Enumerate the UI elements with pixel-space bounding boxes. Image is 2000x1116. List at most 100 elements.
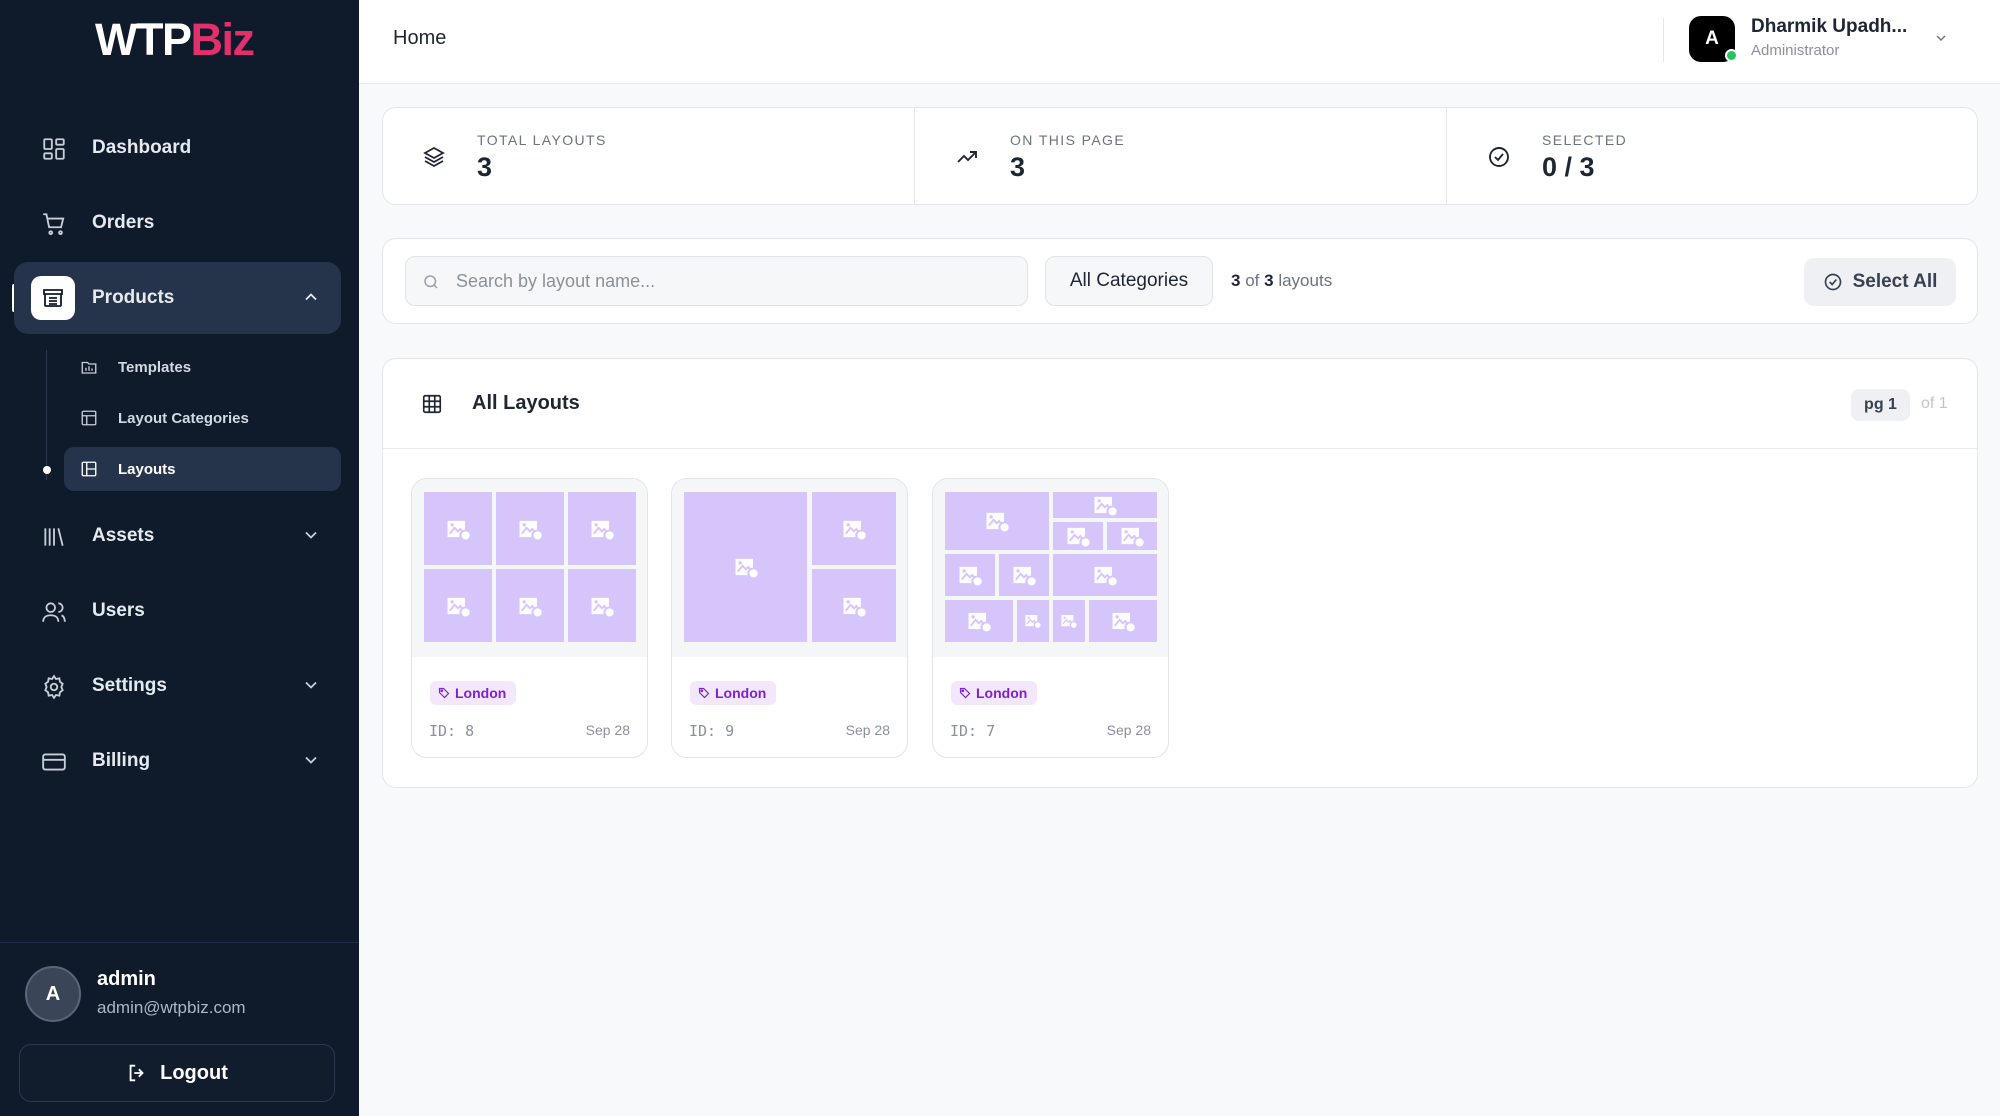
avatar: A	[25, 966, 81, 1022]
user-name: admin	[97, 968, 156, 990]
image-placeholder-icon	[945, 600, 1013, 642]
archive-icon	[31, 276, 75, 320]
tag-icon	[698, 687, 710, 699]
sidebar-item-settings[interactable]: Settings	[14, 650, 341, 722]
category-tag: London	[690, 681, 777, 705]
layout-id: ID: 8	[429, 722, 475, 740]
layout-card[interactable]: London ID: 7 Sep 28	[932, 478, 1169, 758]
sidebar-item-users[interactable]: Users	[14, 575, 341, 647]
layout-thumbnail	[412, 479, 647, 657]
image-placeholder-icon	[1089, 600, 1157, 642]
category-tag: London	[951, 681, 1038, 705]
sidebar-item-dashboard[interactable]: Dashboard	[14, 112, 341, 184]
tag-icon	[438, 687, 450, 699]
sidebar-item-label: Billing	[92, 750, 151, 771]
credit-card-icon	[42, 753, 66, 771]
select-all-label: Select All	[1852, 271, 1938, 292]
layout-count: 3 of 3 layouts	[1231, 271, 1332, 291]
layout-preview-grid	[424, 492, 636, 642]
breadcrumb[interactable]: Home	[393, 27, 446, 50]
profile-role: Administrator	[1751, 42, 1840, 59]
chevron-down-icon	[305, 531, 317, 539]
search-icon	[424, 275, 438, 289]
topbar-divider	[1663, 18, 1664, 62]
layout-card[interactable]: London ID: 9 Sep 28	[671, 478, 908, 758]
count-suffix: layouts	[1278, 271, 1333, 290]
search-input[interactable]	[456, 257, 1016, 305]
users-icon	[42, 602, 66, 622]
layout-id: ID: 7	[950, 722, 996, 740]
sidebar-divider	[0, 942, 359, 943]
chevron-up-icon	[305, 293, 317, 301]
layout-id: ID: 9	[689, 722, 735, 740]
sidebar: WTPBiz Dashboard Orders Products Templat…	[0, 0, 359, 1116]
chevron-down-icon	[305, 756, 317, 764]
sidebar-subitem-label: Layouts	[118, 460, 176, 478]
layers-icon	[423, 146, 445, 168]
check-circle-icon	[1489, 147, 1509, 167]
cart-icon	[43, 213, 65, 235]
page-badge: pg 1	[1851, 389, 1910, 421]
sidebar-subitem-layouts[interactable]: Layouts	[64, 447, 341, 491]
search-box	[405, 256, 1028, 306]
layout-thumbnail	[933, 479, 1168, 657]
sidebar-item-billing[interactable]: Billing	[14, 725, 341, 797]
sidebar-subitem-templates[interactable]: Templates	[64, 345, 341, 389]
image-placeholder-icon	[1053, 492, 1157, 518]
logout-icon	[129, 1064, 144, 1082]
check-circle-icon	[1824, 273, 1841, 291]
sidebar-subitem-layout-categories[interactable]: Layout Categories	[64, 396, 341, 440]
image-placeholder-icon	[1053, 554, 1157, 596]
gear-icon	[44, 674, 64, 700]
image-placeholder-icon	[424, 492, 492, 565]
stat-label: ON THIS PAGE	[1010, 132, 1126, 148]
stat-value: 0 / 3	[1542, 152, 1595, 182]
sidebar-subitem-label: Templates	[118, 358, 192, 376]
section-title: All Layouts	[472, 392, 580, 414]
layout-thumbnail	[672, 479, 907, 657]
layout-card[interactable]: London ID: 8 Sep 28	[411, 478, 648, 758]
image-placeholder-icon	[1017, 600, 1049, 642]
tag-icon	[959, 687, 971, 699]
select-all-button[interactable]: Select All	[1804, 258, 1956, 306]
sidebar-item-label: Users	[92, 600, 145, 621]
stat-value: 3	[1010, 152, 1026, 182]
sidebar-item-label: Products	[92, 287, 175, 308]
stat-total-layouts: TOTAL LAYOUTS 3	[382, 108, 914, 204]
brand-logo-part2: Biz	[190, 14, 255, 65]
logout-button[interactable]: Logout	[19, 1044, 335, 1102]
stat-label: SELECTED	[1542, 132, 1628, 148]
sidebar-item-assets[interactable]: Assets	[14, 500, 341, 572]
page-total: of 1	[1921, 395, 1948, 412]
category-select[interactable]: All Categories	[1045, 256, 1213, 306]
chevron-down-icon[interactable]	[1933, 30, 1949, 46]
image-placeholder-icon	[945, 554, 995, 596]
image-placeholder-icon	[568, 492, 636, 565]
category-tag-label: London	[715, 685, 767, 701]
layout-preview-grid	[945, 492, 1157, 642]
image-placeholder-icon	[496, 569, 564, 642]
image-placeholder-icon	[999, 554, 1049, 596]
image-placeholder-icon	[684, 492, 807, 642]
count-shown: 3	[1231, 271, 1241, 290]
profile-name[interactable]: Dharmik Upadh...	[1751, 16, 1907, 38]
top-bar: Home A Dharmik Upadh... Administrator	[359, 0, 2000, 84]
count-of: of	[1245, 271, 1260, 290]
sidebar-item-products[interactable]: Products	[14, 262, 341, 334]
template-icon	[81, 361, 97, 374]
image-placeholder-icon	[945, 492, 1049, 550]
image-placeholder-icon	[812, 569, 896, 642]
image-placeholder-icon	[496, 492, 564, 565]
grid-icon	[43, 138, 65, 160]
stat-on-this-page: ON THIS PAGE 3	[915, 108, 1447, 204]
stat-value: 3	[477, 152, 493, 182]
sidebar-item-orders[interactable]: Orders	[14, 187, 341, 259]
image-placeholder-icon	[1053, 522, 1103, 550]
layout-preview-grid	[684, 492, 896, 642]
brand-logo[interactable]: WTPBiz	[95, 14, 255, 66]
layout-date: Sep 28	[585, 722, 630, 738]
submenu-line	[46, 350, 47, 480]
category-tag-label: London	[976, 685, 1028, 701]
chevron-down-icon	[305, 681, 317, 689]
image-placeholder-icon	[568, 569, 636, 642]
